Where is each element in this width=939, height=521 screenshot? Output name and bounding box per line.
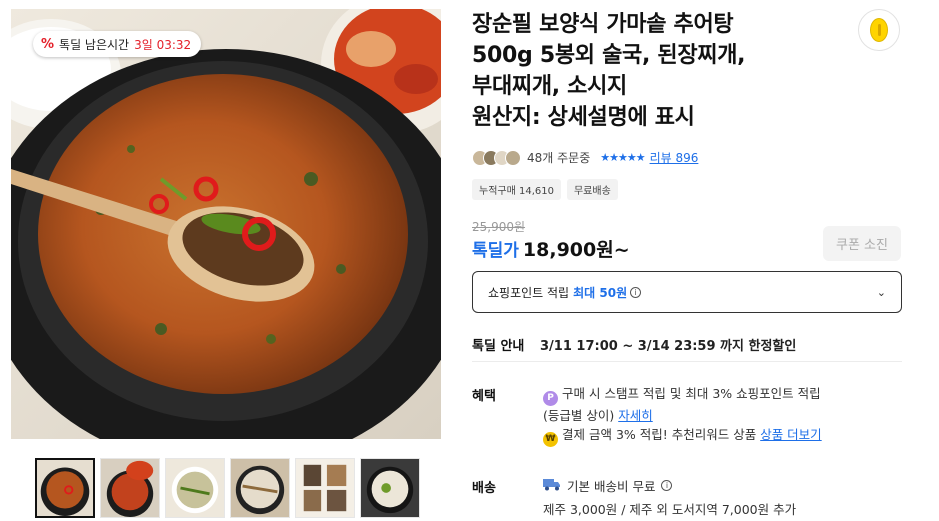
truck-icon [543, 478, 561, 494]
benefit-reward-text: 결제 금액 3% 적립! 추천리워드 상품 [562, 427, 757, 442]
rating-row: 48개 주문중 ★★★★★ 리뷰 896 [472, 149, 698, 166]
product-title-line: 부대찌개, 소시지 [472, 74, 627, 99]
review-link[interactable]: 리뷰 896 [650, 149, 699, 166]
shipping-label: 배송 [472, 481, 496, 496]
benefit-detail-link[interactable]: 자세히 [618, 408, 653, 423]
thumbnail-4[interactable] [230, 458, 290, 518]
coupon-button[interactable]: 쿠폰 소진 [823, 226, 901, 261]
thumbnail-strip [35, 458, 420, 518]
coin-icon-button[interactable] [858, 9, 900, 51]
thumbnail-6[interactable] [360, 458, 420, 518]
benefit-reward: ₩ 결제 금액 3% 적립! 추천리워드 상품 상품 더보기 [543, 425, 822, 447]
original-price: 25,900원 [472, 220, 526, 234]
cumulative-purchase-chip: 누적구매 14,610 [472, 179, 561, 200]
thumbnail-3[interactable] [165, 458, 225, 518]
stew-photo [11, 9, 441, 439]
thumbnail-5[interactable] [295, 458, 355, 518]
product-title: 장순필 보양식 가마솥 추어탕 500g 5봉외 술국, 된장찌개, 부대찌개,… [472, 9, 852, 133]
chevron-down-icon: ⌄ [876, 285, 886, 299]
more-products-link[interactable]: 상품 더보기 [760, 427, 821, 442]
avatar [505, 149, 521, 166]
deal-timer-badge: % 톡딜 남은시간 3일 03:32 [33, 31, 202, 57]
shipping-fee-text: 기본 배송비 무료 [567, 479, 656, 494]
deal-price: 18,900원~ [522, 239, 630, 261]
deal-info-label: 톡딜 안내 [472, 339, 525, 354]
info-icon[interactable]: i [661, 480, 673, 491]
product-title-line: 원산지: 상세설명에 표시 [472, 105, 695, 130]
deal-info-text: 3/11 17:00 ~ 3/14 23:59 까지 한정할인 [540, 339, 797, 354]
point-icon: P [543, 391, 558, 406]
deal-timer-label: 톡딜 남은시간 [59, 37, 130, 52]
free-shipping-chip: 무료배송 [566, 179, 618, 200]
benefit-stamp-note: (등급별 상이) [543, 408, 615, 423]
divider [472, 361, 902, 362]
buyer-avatars [472, 149, 521, 166]
shipping-fee: 기본 배송비 무료 i [543, 476, 673, 495]
rating-stars: ★★★★★ [600, 151, 645, 164]
benefit-stamp: P 구매 시 스탬프 적립 및 최대 3% 쇼핑포인트 적립 (등급별 상이) 자… [543, 384, 821, 425]
percent-icon: % [41, 36, 55, 52]
price-row: 톡딜가 18,900원~ [472, 235, 630, 262]
product-chips: 누적구매 14,610 무료배송 [472, 179, 618, 200]
benefit-stamp-text: 구매 시 스탬프 적립 및 최대 3% 쇼핑포인트 적립 [562, 386, 821, 401]
deal-timer-value: 3일 03:32 [134, 37, 192, 52]
product-title-line: 500g 5봉외 술국, 된장찌개, [472, 43, 746, 68]
shipping-extra: 제주 3,000원 / 제주 외 도서지역 7,000원 추가 [543, 502, 797, 517]
product-title-line: 장순필 보양식 가마솥 추어탕 [472, 12, 734, 37]
points-dropdown[interactable]: 쇼핑포인트 적립 최대 50원 i ⌄ [472, 271, 902, 313]
product-main-image: % 톡딜 남은시간 3일 03:32 [11, 9, 441, 439]
coin-icon [870, 18, 888, 42]
order-count: 48개 주문중 [527, 151, 591, 165]
deal-price-label: 톡딜가 [472, 241, 519, 261]
benefits-label: 혜택 [472, 389, 496, 404]
points-label: 쇼핑포인트 적립 [488, 285, 570, 300]
won-icon: ₩ [543, 432, 558, 447]
thumbnail-2[interactable] [100, 458, 160, 518]
thumbnail-1[interactable] [35, 458, 95, 518]
points-max: 최대 50원 [573, 285, 628, 300]
info-icon[interactable]: i [630, 286, 642, 298]
